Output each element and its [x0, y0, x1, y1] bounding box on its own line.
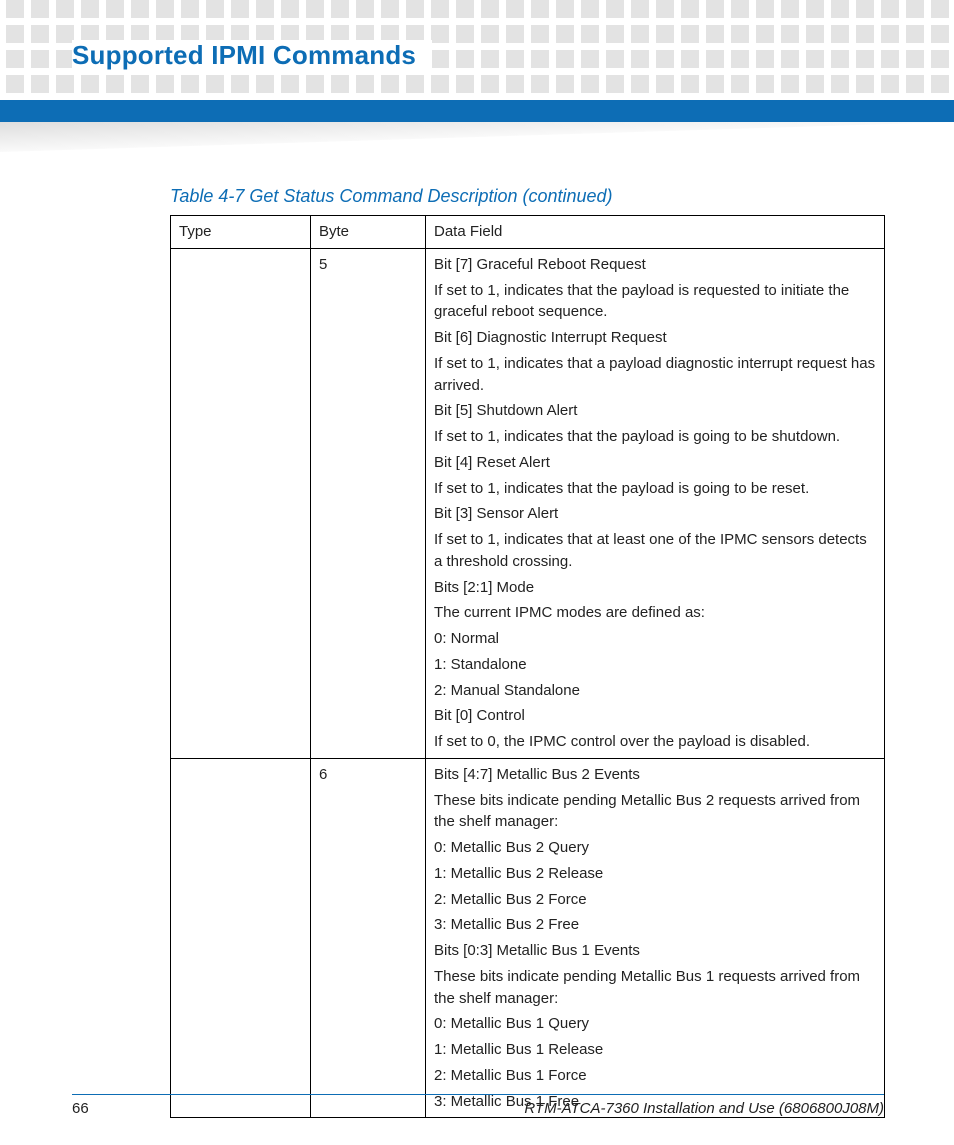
document-id: RTM-ATCA-7360 Installation and Use (6806… — [524, 1100, 884, 1117]
cell-datafield: Bits [4:7] Metallic Bus 2 Events These bi… — [426, 758, 885, 1118]
datafield-line: Bits [2:1] Mode — [434, 577, 876, 599]
page-footer: 66 RTM-ATCA-7360 Installation and Use (6… — [72, 1100, 884, 1117]
table-row: 6 Bits [4:7] Metallic Bus 2 Events These b… — [171, 758, 885, 1118]
datafield-line: If set to 1, indicates that at least one… — [434, 529, 876, 573]
datafield-line: Bit [7] Graceful Reboot Request — [434, 254, 876, 276]
datafield-line: 2: Metallic Bus 1 Force — [434, 1065, 876, 1087]
datafield-line: Bit [3] Sensor Alert — [434, 503, 876, 525]
col-header-datafield: Data Field — [426, 216, 885, 249]
table-caption: Table 4-7 Get Status Command Description… — [170, 186, 613, 207]
decor-row — [0, 75, 954, 93]
datafield-line: Bits [4:7] Metallic Bus 2 Events — [434, 764, 876, 786]
decor-row — [0, 0, 954, 18]
datafield-line: 0: Metallic Bus 1 Query — [434, 1013, 876, 1035]
datafield-line: If set to 1, indicates that a payload di… — [434, 353, 876, 397]
table-header-row: Type Byte Data Field — [171, 216, 885, 249]
command-table: Type Byte Data Field 5Bit [7] Graceful R… — [170, 215, 885, 1118]
datafield-line: 0: Normal — [434, 628, 876, 650]
datafield-line: Bit [4] Reset Alert — [434, 452, 876, 474]
footer-rule — [72, 1094, 884, 1095]
cell-type — [171, 758, 311, 1118]
datafield-line: The current IPMC modes are defined as: — [434, 602, 876, 624]
header-bluebar — [0, 100, 954, 122]
cell-byte: 6 — [311, 758, 426, 1118]
datafield-line: Bit [0] Control — [434, 705, 876, 727]
page-title-wrap: Supported IPMI Commands — [72, 40, 432, 71]
page-title: Supported IPMI Commands — [72, 40, 416, 70]
datafield-line: If set to 1, indicates that the payload … — [434, 478, 876, 500]
datafield-line: 1: Standalone — [434, 654, 876, 676]
datafield-line: 1: Metallic Bus 2 Release — [434, 863, 876, 885]
col-header-type: Type — [171, 216, 311, 249]
datafield-line: Bits [0:3] Metallic Bus 1 Events — [434, 940, 876, 962]
datafield-line: 1: Metallic Bus 1 Release — [434, 1039, 876, 1061]
col-header-byte: Byte — [311, 216, 426, 249]
cell-byte: 5 — [311, 248, 426, 758]
datafield-line: 3: Metallic Bus 2 Free — [434, 914, 876, 936]
datafield-line: Bit [6] Diagnostic Interrupt Request — [434, 327, 876, 349]
cell-type — [171, 248, 311, 758]
header-wedge — [0, 122, 954, 152]
datafield-line: If set to 1, indicates that the payload … — [434, 280, 876, 324]
datafield-line: Bit [5] Shutdown Alert — [434, 400, 876, 422]
cell-datafield: Bit [7] Graceful Reboot Request If set to… — [426, 248, 885, 758]
datafield-line: 2: Manual Standalone — [434, 680, 876, 702]
datafield-line: 2: Metallic Bus 2 Force — [434, 889, 876, 911]
datafield-line: If set to 1, indicates that the payload … — [434, 426, 876, 448]
datafield-line: These bits indicate pending Metallic Bus… — [434, 790, 876, 834]
datafield-line: These bits indicate pending Metallic Bus… — [434, 966, 876, 1010]
datafield-line: If set to 0, the IPMC control over the p… — [434, 731, 876, 753]
page-number: 66 — [72, 1100, 89, 1117]
table-row: 5 Bit [7] Graceful Reboot Request If set t… — [171, 248, 885, 758]
datafield-line: 0: Metallic Bus 2 Query — [434, 837, 876, 859]
